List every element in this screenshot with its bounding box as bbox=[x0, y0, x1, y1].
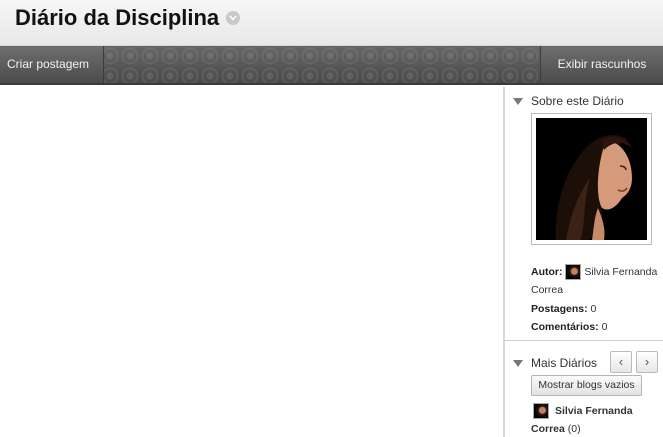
author-line: Autor: Silvia Fernanda bbox=[531, 264, 657, 280]
more-journals-title: Mais Diários bbox=[531, 356, 598, 370]
collapse-triangle-icon[interactable] bbox=[513, 97, 523, 105]
about-journal-header[interactable]: Sobre este Diário bbox=[513, 94, 624, 108]
author-name[interactable]: Silvia Fernanda bbox=[584, 266, 657, 278]
page-title: Diário da Disciplina bbox=[15, 5, 220, 30]
blog-owner-avatar bbox=[533, 403, 549, 419]
author-avatar bbox=[565, 264, 582, 280]
next-page-button[interactable]: › bbox=[636, 351, 658, 373]
blog-owner-name[interactable]: Silvia Fernanda bbox=[555, 405, 633, 417]
collapse-triangle-icon[interactable] bbox=[513, 359, 523, 367]
previous-page-button[interactable]: ‹ bbox=[610, 351, 632, 373]
view-drafts-button[interactable]: Exibir rascunhos bbox=[540, 46, 663, 83]
create-post-button[interactable]: Criar postagem bbox=[0, 46, 104, 83]
action-bar: Criar postagem Exibir rascunhos bbox=[0, 46, 663, 85]
blog-owner-line: Correa (0) bbox=[531, 423, 581, 435]
comments-label: Comentários: bbox=[531, 321, 599, 333]
author-surname[interactable]: Correa bbox=[531, 284, 563, 296]
sidebar: Sobre este Diário Autor: Silvia Fernanda… bbox=[503, 87, 663, 437]
chevron-down-icon[interactable] bbox=[226, 11, 240, 25]
about-journal-title: Sobre este Diário bbox=[531, 94, 624, 108]
blog-count: (0) bbox=[567, 423, 581, 435]
posts-count: 0 bbox=[590, 303, 597, 315]
author-photo bbox=[531, 113, 652, 245]
comments-count: 0 bbox=[601, 321, 608, 333]
author-surname-line: Correa bbox=[531, 284, 563, 296]
journal-content-area bbox=[0, 87, 503, 437]
title-bar: Diário da Disciplina bbox=[0, 0, 663, 46]
more-journals-header[interactable]: Mais Diários bbox=[513, 356, 597, 370]
posts-line: Postagens: 0 bbox=[531, 303, 596, 315]
show-empty-blogs-button[interactable]: Mostrar blogs vazios bbox=[531, 375, 642, 396]
comments-line: Comentários: 0 bbox=[531, 321, 607, 333]
sidebar-divider bbox=[505, 340, 663, 341]
blog-owner-surname[interactable]: Correa bbox=[531, 423, 565, 435]
profile-photo-image bbox=[536, 118, 647, 240]
posts-label: Postagens: bbox=[531, 303, 588, 315]
author-label: Autor: bbox=[531, 265, 563, 278]
